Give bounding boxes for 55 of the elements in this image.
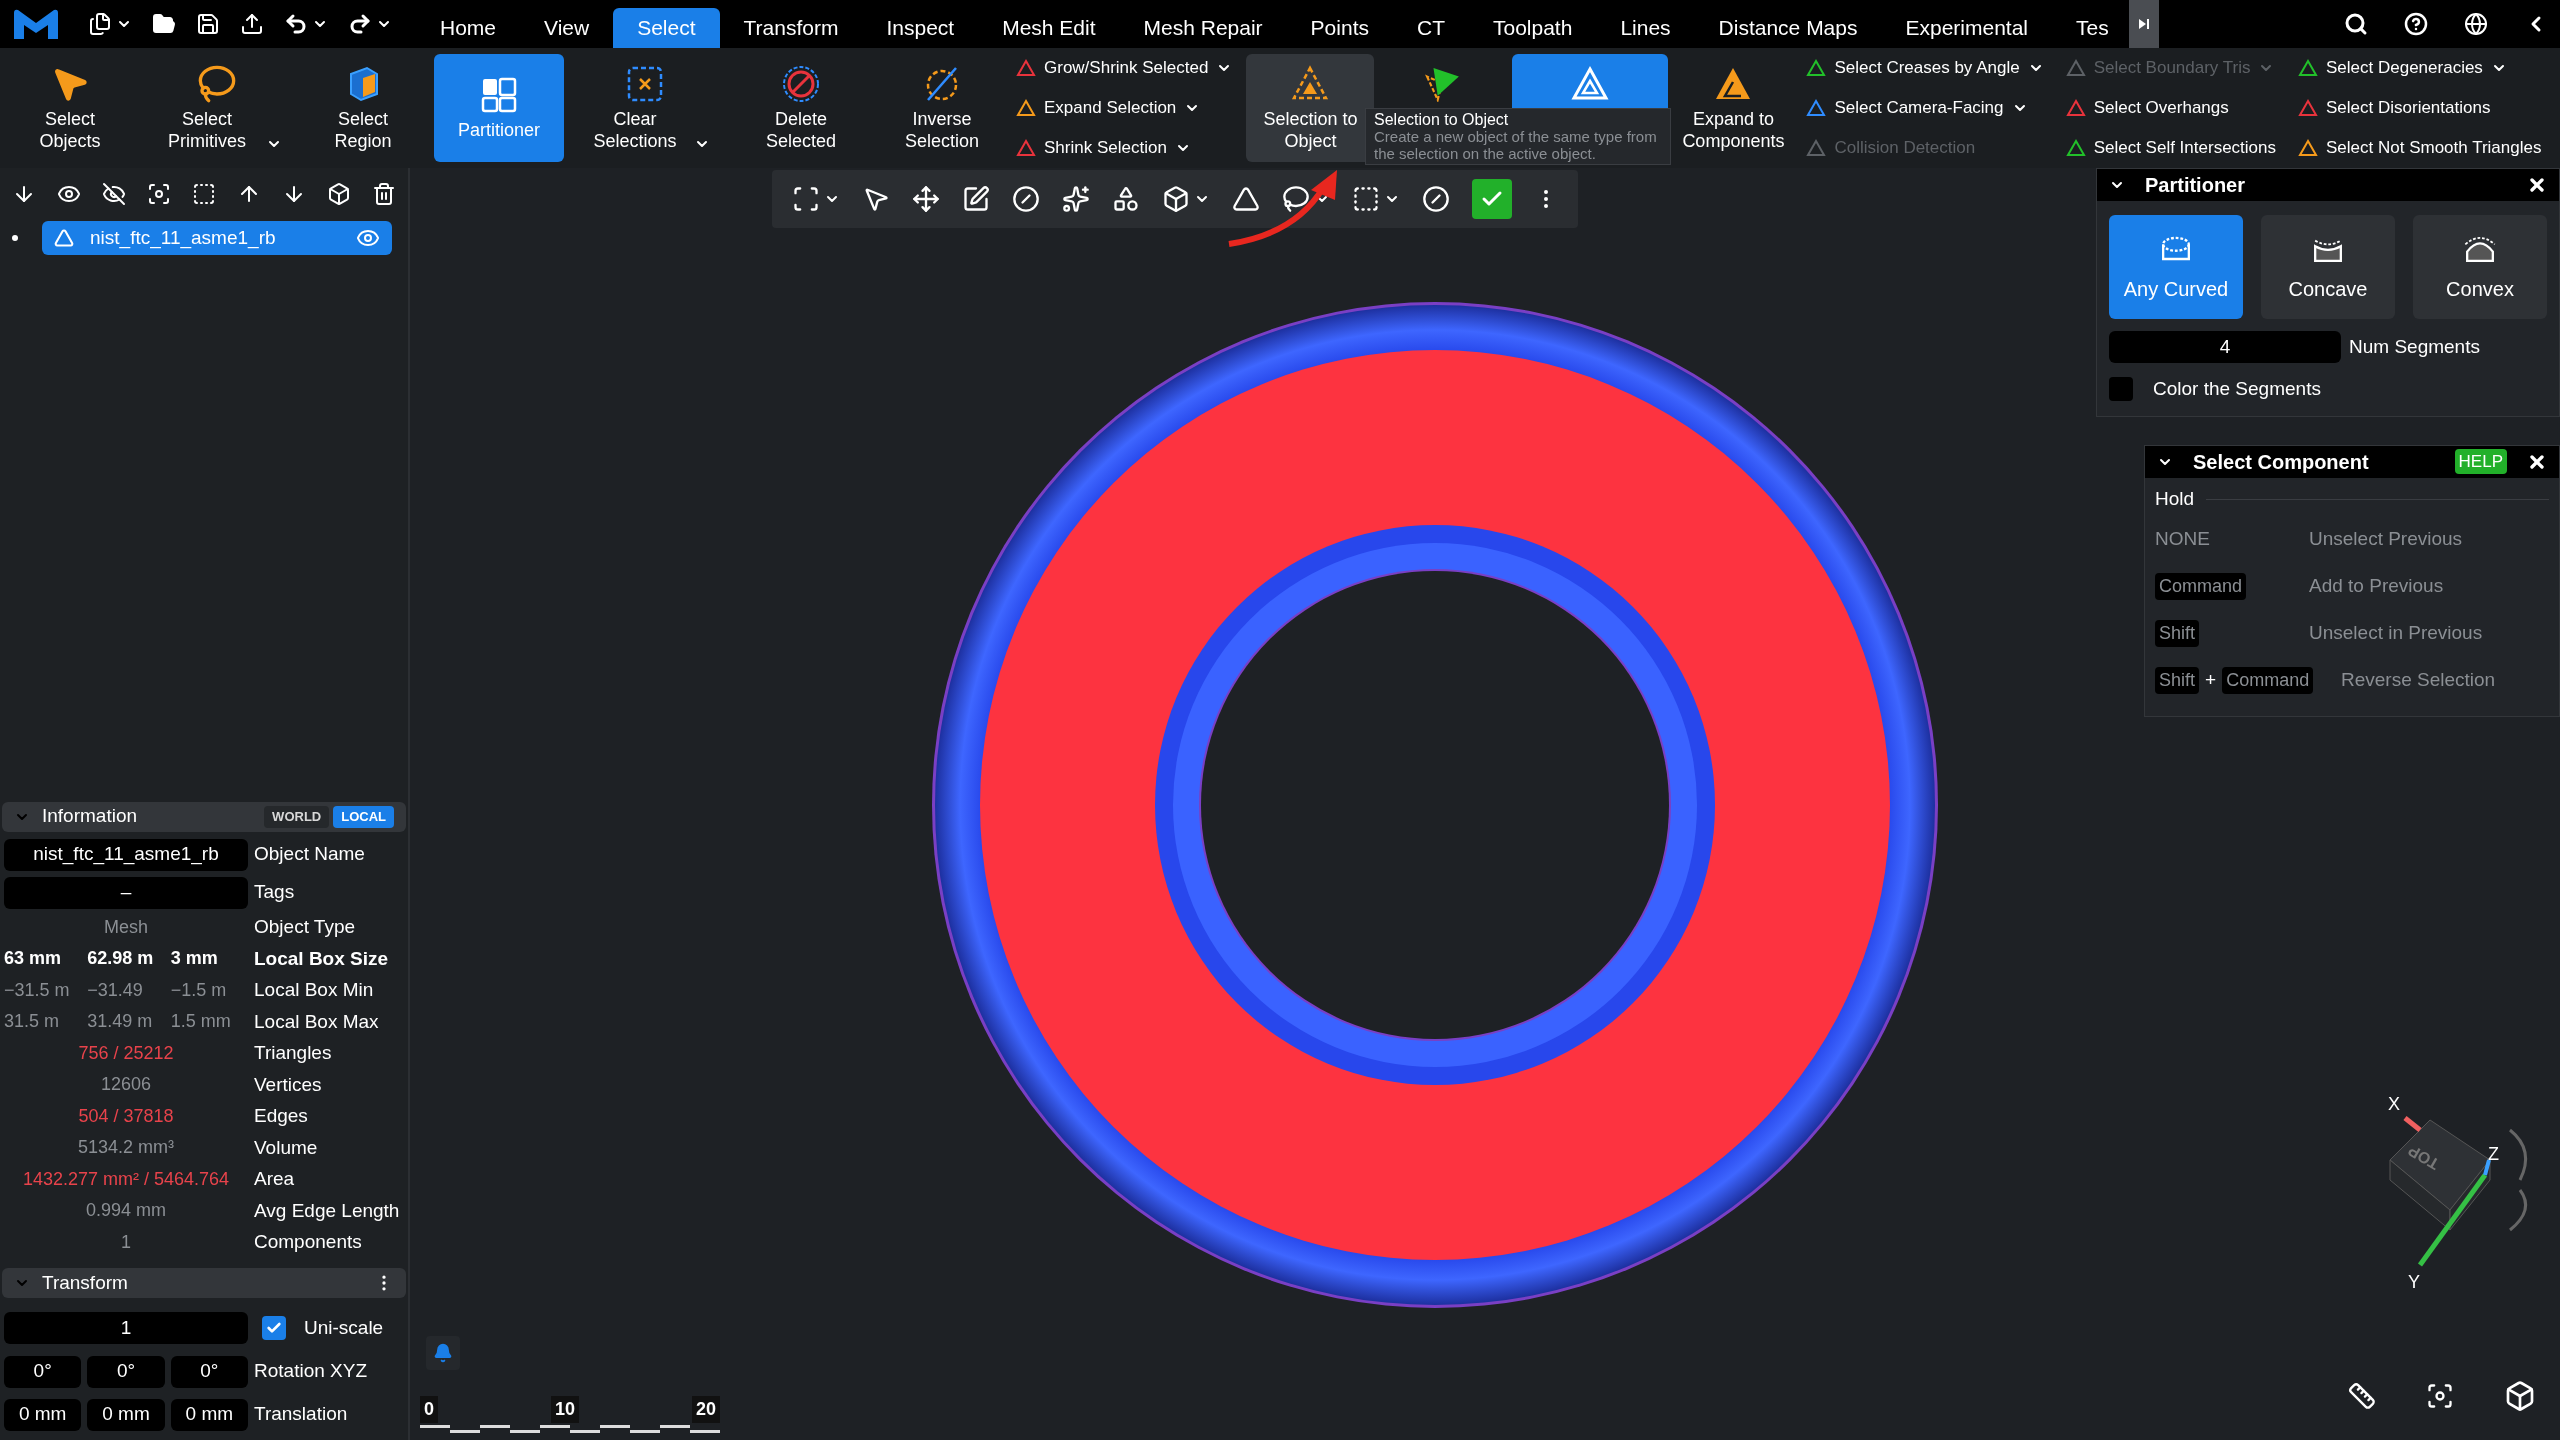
info-value: 3 mm [170,947,219,971]
info-label: Volume [253,1135,318,1160]
plus-sign: + [2205,667,2217,692]
section-title: Information [42,804,138,829]
info-label: Tags [253,880,295,905]
action-text: Reverse Selection [2341,667,2496,692]
scale-label: 20 [691,1396,720,1423]
key-cap: Command [2222,666,2314,694]
info-label: Local Box Max [253,1009,379,1034]
info-label: Object Type [253,915,356,939]
key-label: NONE [2155,526,2210,551]
info-label: Local Box Min [253,978,374,1002]
field-label: Num Segments [2349,334,2480,359]
info-value: 1 [120,1230,132,1254]
tooltip: Selection to Object Create a new object of the same type from the selection on the active object. [1365,108,1671,165]
info-value: Mesh [103,915,149,939]
orientation-cube-drawing: TOP X Y Z [2350,1090,2540,1290]
info-label: Area [253,1167,295,1191]
info-value: 31.49 m [87,1010,154,1034]
info-value: 5134.2 mm³ [76,1136,175,1160]
info-value: −31.5 m [4,978,71,1002]
checkbox-label: Uni-scale [304,1315,384,1340]
panel-title: Select Component [2193,449,2369,475]
section-title: Transform [42,1270,128,1295]
info-value: 756 / 25212 [77,1041,175,1065]
transform-label: Rotation XYZ [253,1359,367,1384]
key-cap: Shift [2155,619,2200,647]
info-value: 504 / 37818 [77,1104,175,1128]
info-value: 1432.277 mm² / 5464.764 [21,1167,231,1191]
hold-heading: Hold [2155,487,2195,512]
checkbox-label: Color the Segments [2153,377,2321,401]
info-value: −31.49 [87,978,144,1002]
info-value: 1.5 mm [170,1010,232,1034]
transform-label: Translation [253,1402,348,1427]
info-label: Vertices [253,1072,322,1097]
info-value: 63 mm [4,947,63,971]
info-label: Avg Edge Length [253,1198,400,1223]
info-value: −1.5 m [170,978,228,1002]
scale-label: 0 [420,1396,438,1423]
panel-title: Partitioner [2145,173,2246,198]
action-text: Add to Previous [2309,573,2444,598]
scale-label: 10 [550,1396,579,1423]
info-value: 12606 [99,1073,153,1097]
info-label: Object Name [253,842,365,867]
info-value: 62.98 m [87,947,155,971]
info-label: Edges [253,1104,308,1128]
info-value: 31.5 m [4,1010,61,1034]
key-cap: Command [2155,572,2247,600]
info-label: Triangles [253,1041,332,1065]
action-text: Unselect in Previous [2309,620,2483,645]
info-value: 0.994 mm [84,1199,167,1223]
action-text: Unselect Previous [2309,526,2463,551]
info-label: Components [253,1230,362,1254]
info-label: Local Box Size [253,946,389,971]
key-cap: Shift [2155,666,2200,694]
